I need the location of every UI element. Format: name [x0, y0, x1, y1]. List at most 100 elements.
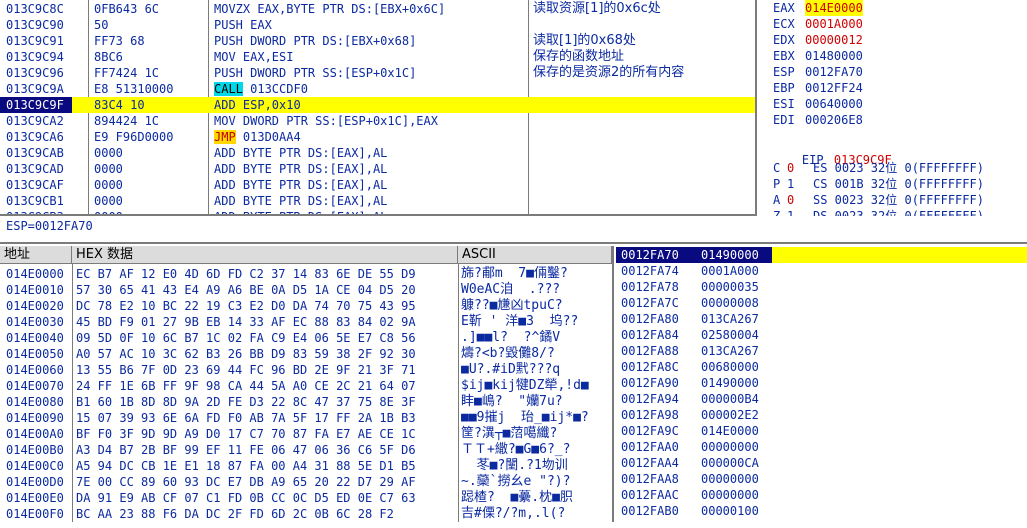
disasm-keyword: JMP — [214, 130, 236, 144]
disasm-row[interactable]: 013C9C91 FF73 68 PUSH DWORD PTR DS:[EBX+0x… — [0, 33, 755, 49]
stack-row[interactable]: 0012FA70 01490000 — [616, 247, 1027, 263]
disasm-instruction: ADD BYTE PTR DS:[EAX],AL — [214, 146, 388, 160]
disasm-comment: 读取[1]的0x68处 — [533, 33, 636, 48]
dump-hex: DC 78 E2 10 BC 22 19 C3 E2 D0 DA 74 70 7… — [76, 299, 416, 313]
stack-row[interactable]: 0012FA7C 00000008 — [616, 295, 1027, 311]
disasm-address: 013C9CB3 — [6, 209, 64, 214]
register-ebp[interactable]: EBP 0012FF24 — [773, 80, 863, 96]
dump-row[interactable]: 014E00A0 BF F0 3F 9D 9D A9 D0 17 C7 70 87… — [0, 426, 612, 442]
stack-row[interactable]: 0012FAAC 00000000 — [616, 487, 1027, 503]
dump-row[interactable]: 014E0020 DC 78 E2 10 BC 22 19 C3 E2 D0 DA… — [0, 298, 612, 314]
disasm-instruction: PUSH DWORD PTR SS:[ESP+0x1C] — [214, 66, 417, 80]
disasm-row[interactable]: 013C9CA6 E9 F96D0000 JMP 013D0AA4 — [0, 129, 755, 145]
disasm-row[interactable]: 013C9CA2 894424 1C MOV DWORD PTR SS:[ESP+0… — [0, 113, 755, 129]
disasm-row[interactable]: 013C9CB3 0000 ADD BYTE PTR DS:[EAX],AL — [0, 209, 755, 214]
disasm-hex: 50 — [94, 18, 109, 32]
dump-row[interactable]: 014E00C0 A5 94 DC CB 1E E1 18 87 FA 00 A4… — [0, 458, 612, 474]
disasm-row[interactable]: 013C9C9F 83C4 10 ADD ESP,0x10 — [0, 97, 755, 113]
disasm-address: 013C9CB1 — [6, 194, 64, 208]
disasm-address: 013C9CAD — [6, 162, 64, 176]
register-ebx[interactable]: EBX 01480000 — [773, 48, 863, 64]
flag-row[interactable]: A 0 SS 0023 32位 0(FFFFFFFF) — [773, 192, 984, 208]
disasm-hex: 0000 — [94, 162, 123, 176]
stack-row[interactable]: 0012FA9C 014E0000 — [616, 423, 1027, 439]
dump-row[interactable]: 014E0070 24 FF 1E 6B FF 9F 98 CA 44 5A A0… — [0, 378, 612, 394]
disasm-row[interactable]: 013C9C90 50 PUSH EAX — [0, 17, 755, 33]
stack-row[interactable]: 0012FAA4 000000CA — [616, 455, 1027, 471]
dump-row[interactable]: 014E0010 57 30 65 41 43 E4 A9 A6 BE 0A D5… — [0, 282, 612, 298]
register-edx[interactable]: EDX 00000012 — [773, 32, 863, 48]
stack-row[interactable]: 0012FA74 0001A000 — [616, 263, 1027, 279]
stack-address: 0012FA8C — [621, 360, 679, 374]
register-ecx[interactable]: ECX 0001A000 — [773, 16, 863, 32]
dump-row[interactable]: 014E00F0 BC AA 23 88 F6 DA DC 2F FD 6D 2C… — [0, 506, 612, 522]
stack-row[interactable]: 0012FA94 000000B4 — [616, 391, 1027, 407]
register-name: EDI — [773, 113, 795, 127]
stack-row[interactable]: 0012FA98 000002E2 — [616, 407, 1027, 423]
stack-row[interactable]: 0012FA88 013CA267 — [616, 343, 1027, 359]
stack-row[interactable]: 0012FA78 00000035 — [616, 279, 1027, 295]
disasm-instruction: MOVZX EAX,BYTE PTR DS:[EBX+0x6C] — [214, 2, 446, 16]
dump-header-hex[interactable]: HEX 数据 — [72, 246, 458, 264]
flag-row[interactable]: P 1 CS 001B 32位 0(FFFFFFFF) — [773, 176, 984, 192]
stack-row[interactable]: 0012FA80 013CA267 — [616, 311, 1027, 327]
stack-value: 014E0000 — [701, 424, 759, 438]
register-eax[interactable]: EAX 014E0000 — [773, 0, 863, 16]
disasm-row[interactable]: 013C9C9A E8 51310000 CALL 013CCDF0 — [0, 81, 755, 97]
dump-ascii: 燽?<b?毀儺8/? — [461, 346, 555, 361]
status-strip — [0, 522, 1027, 528]
dump-ascii: 旆?郙m 7■倆鑿? — [461, 266, 568, 281]
disasm-row[interactable]: 013C9CAF 0000 ADD BYTE PTR DS:[EAX],AL — [0, 177, 755, 193]
dump-row[interactable]: 014E0090 15 07 39 93 6E 6A FD F0 AB 7A 5F… — [0, 410, 612, 426]
dump-row[interactable]: 014E00D0 7E 00 CC 89 60 93 DC E7 DB A9 65… — [0, 474, 612, 490]
disasm-row[interactable]: 013C9C96 FF7424 1C PUSH DWORD PTR SS:[ESP+… — [0, 65, 755, 81]
stack-row[interactable]: 0012FA84 02580004 — [616, 327, 1027, 343]
dump-row[interactable]: 014E0030 45 BD F9 01 27 9B EB 14 33 AF EC… — [0, 314, 612, 330]
disasm-row[interactable]: 013C9C94 8BC6 MOV EAX,ESI 保存的函数地址 — [0, 49, 755, 65]
stack-row[interactable]: 0012FA90 01490000 — [616, 375, 1027, 391]
registers-pane[interactable]: EAX 014E0000 ECX 0001A000 EDX 00000012 EBX 0148… — [759, 0, 1027, 240]
disasm-hex: 0000 — [94, 194, 123, 208]
flag-row[interactable]: C 0 ES 0023 32位 0(FFFFFFFF) — [773, 160, 984, 176]
dump-row[interactable]: 014E0060 13 55 B6 7F 0D 23 69 44 FC 96 BD… — [0, 362, 612, 378]
register-value: 000206E8 — [805, 113, 863, 127]
dump-header-address[interactable]: 地址 — [0, 246, 72, 264]
dump-address: 014E0010 — [6, 283, 64, 297]
register-eip[interactable]: EIP 013C9C9F — [773, 136, 892, 167]
disasm-instruction: PUSH DWORD PTR DS:[EBX+0x68] — [214, 34, 417, 48]
dump-hex: 57 30 65 41 43 E4 A9 A6 BE 0A D5 1A CE 0… — [76, 283, 416, 297]
stack-row[interactable]: 0012FAA0 00000000 — [616, 439, 1027, 455]
stack-row[interactable]: 0012FAA8 00000000 — [616, 471, 1027, 487]
disasm-row[interactable]: 013C9CB1 0000 ADD BYTE PTR DS:[EAX],AL — [0, 193, 755, 209]
dump-ascii: 筐?潩┬■菬噶纖? — [461, 426, 558, 441]
dump-row[interactable]: 014E0040 09 5D 0F 10 6C B7 1C 02 FA C9 E4… — [0, 330, 612, 346]
dump-row[interactable]: 014E00B0 A3 D4 B7 2B BF 99 EF 11 FE 06 47… — [0, 442, 612, 458]
memory-dump-pane[interactable]: 地址 HEX 数据 ASCII 014E0000 EC B7 AF 12 E0 4… — [0, 246, 614, 528]
register-esi[interactable]: ESI 00640000 — [773, 96, 863, 112]
stack-pane[interactable]: 0012FA70 01490000 0012FA74 0001A000 0012FA78… — [616, 246, 1027, 528]
dump-row[interactable]: 014E0050 A0 57 AC 10 3C 62 B3 26 BB D9 83… — [0, 346, 612, 362]
dump-address: 014E0030 — [6, 315, 64, 329]
disasm-address: 013C9C8C — [6, 2, 64, 16]
dump-ascii: 盽■嶋? "孏7u? — [461, 394, 563, 409]
dump-row[interactable]: 014E0080 B1 60 1B 8D 8D 9A 2D FE D3 22 8C… — [0, 394, 612, 410]
dump-hex: 45 BD F9 01 27 9B EB 14 33 AF EC 88 83 8… — [76, 315, 416, 329]
stack-value: 00000000 — [701, 488, 759, 502]
dump-row[interactable]: 014E0000 EC B7 AF 12 E0 4D 6D FD C2 37 14… — [0, 266, 612, 282]
disasm-instruction: ADD BYTE PTR DS:[EAX],AL — [214, 178, 388, 192]
register-edi[interactable]: EDI 000206E8 — [773, 112, 863, 128]
disasm-instruction: PUSH EAX — [214, 18, 272, 32]
dump-row[interactable]: 014E00E0 DA 91 E9 AB CF 07 C1 FD 0B CC 0C… — [0, 490, 612, 506]
stack-row[interactable]: 0012FA8C 00680000 — [616, 359, 1027, 375]
disasm-row[interactable]: 013C9CAB 0000 ADD BYTE PTR DS:[EAX],AL — [0, 145, 755, 161]
register-esp[interactable]: ESP 0012FA70 — [773, 64, 863, 80]
dump-address: 014E0000 — [6, 267, 64, 281]
disassembly-pane[interactable]: 013C9C8C 0FB643 6C MOVZX EAX,BYTE PTR DS:[… — [0, 0, 757, 216]
disasm-row[interactable]: 013C9C8C 0FB643 6C MOVZX EAX,BYTE PTR DS:[… — [0, 1, 755, 17]
stack-row[interactable]: 0012FAB0 00000100 — [616, 503, 1027, 519]
disasm-row[interactable]: 013C9CAD 0000 ADD BYTE PTR DS:[EAX],AL — [0, 161, 755, 177]
register-name: ESI — [773, 97, 795, 111]
dump-header-ascii[interactable]: ASCII — [458, 246, 612, 264]
disasm-hex: 0FB643 6C — [94, 2, 160, 16]
stack-address: 0012FA7C — [621, 296, 679, 310]
